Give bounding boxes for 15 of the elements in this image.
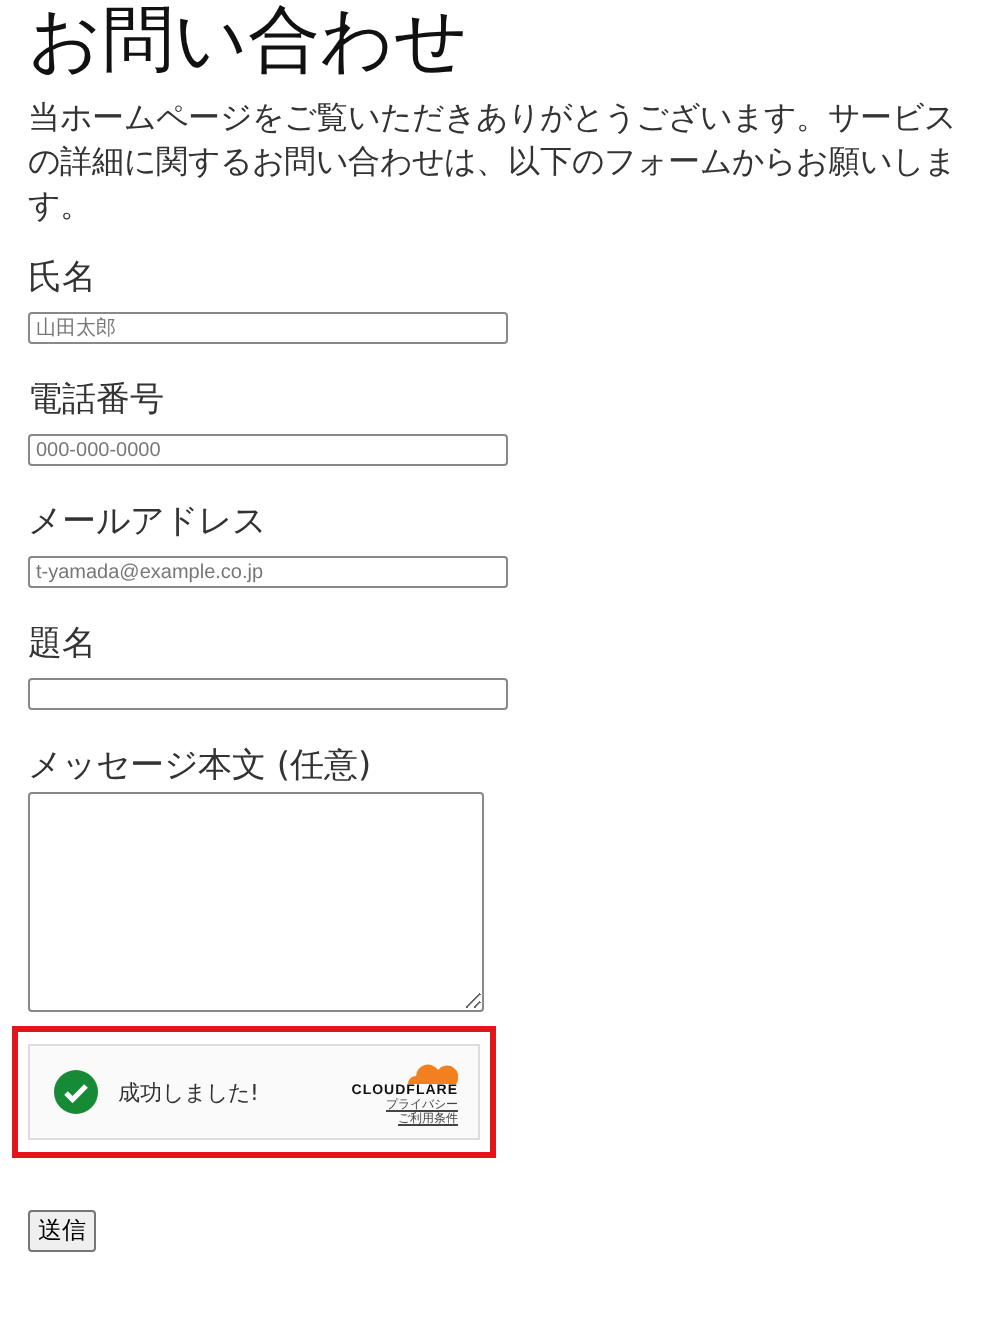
submit-button[interactable]: 送信: [28, 1210, 96, 1252]
field-label: メッセージ本文 (任意): [28, 744, 374, 788]
intro-text: 当ホームページをご覧いただきありがとうございます。サービスの詳細に関するお問い合わせは、以下のフォームからお願いします。: [28, 96, 958, 228]
input-field[interactable]: t-yamada@example.co.jp: [28, 556, 508, 588]
field-label: 題名: [28, 622, 98, 666]
page-title: お問い合わせ: [28, 0, 470, 84]
cloud-icon: [402, 1059, 458, 1083]
input-field[interactable]: 山田太郎: [28, 312, 508, 344]
field-label: メールアドレス: [28, 500, 268, 544]
input-field[interactable]: [28, 678, 508, 710]
message-field[interactable]: [28, 792, 484, 1012]
field-label: 氏名: [28, 256, 98, 300]
captcha-status: 成功しました!: [118, 1077, 259, 1107]
input-field[interactable]: 000-000-0000: [28, 434, 508, 466]
field-label: 電話番号: [28, 378, 166, 422]
